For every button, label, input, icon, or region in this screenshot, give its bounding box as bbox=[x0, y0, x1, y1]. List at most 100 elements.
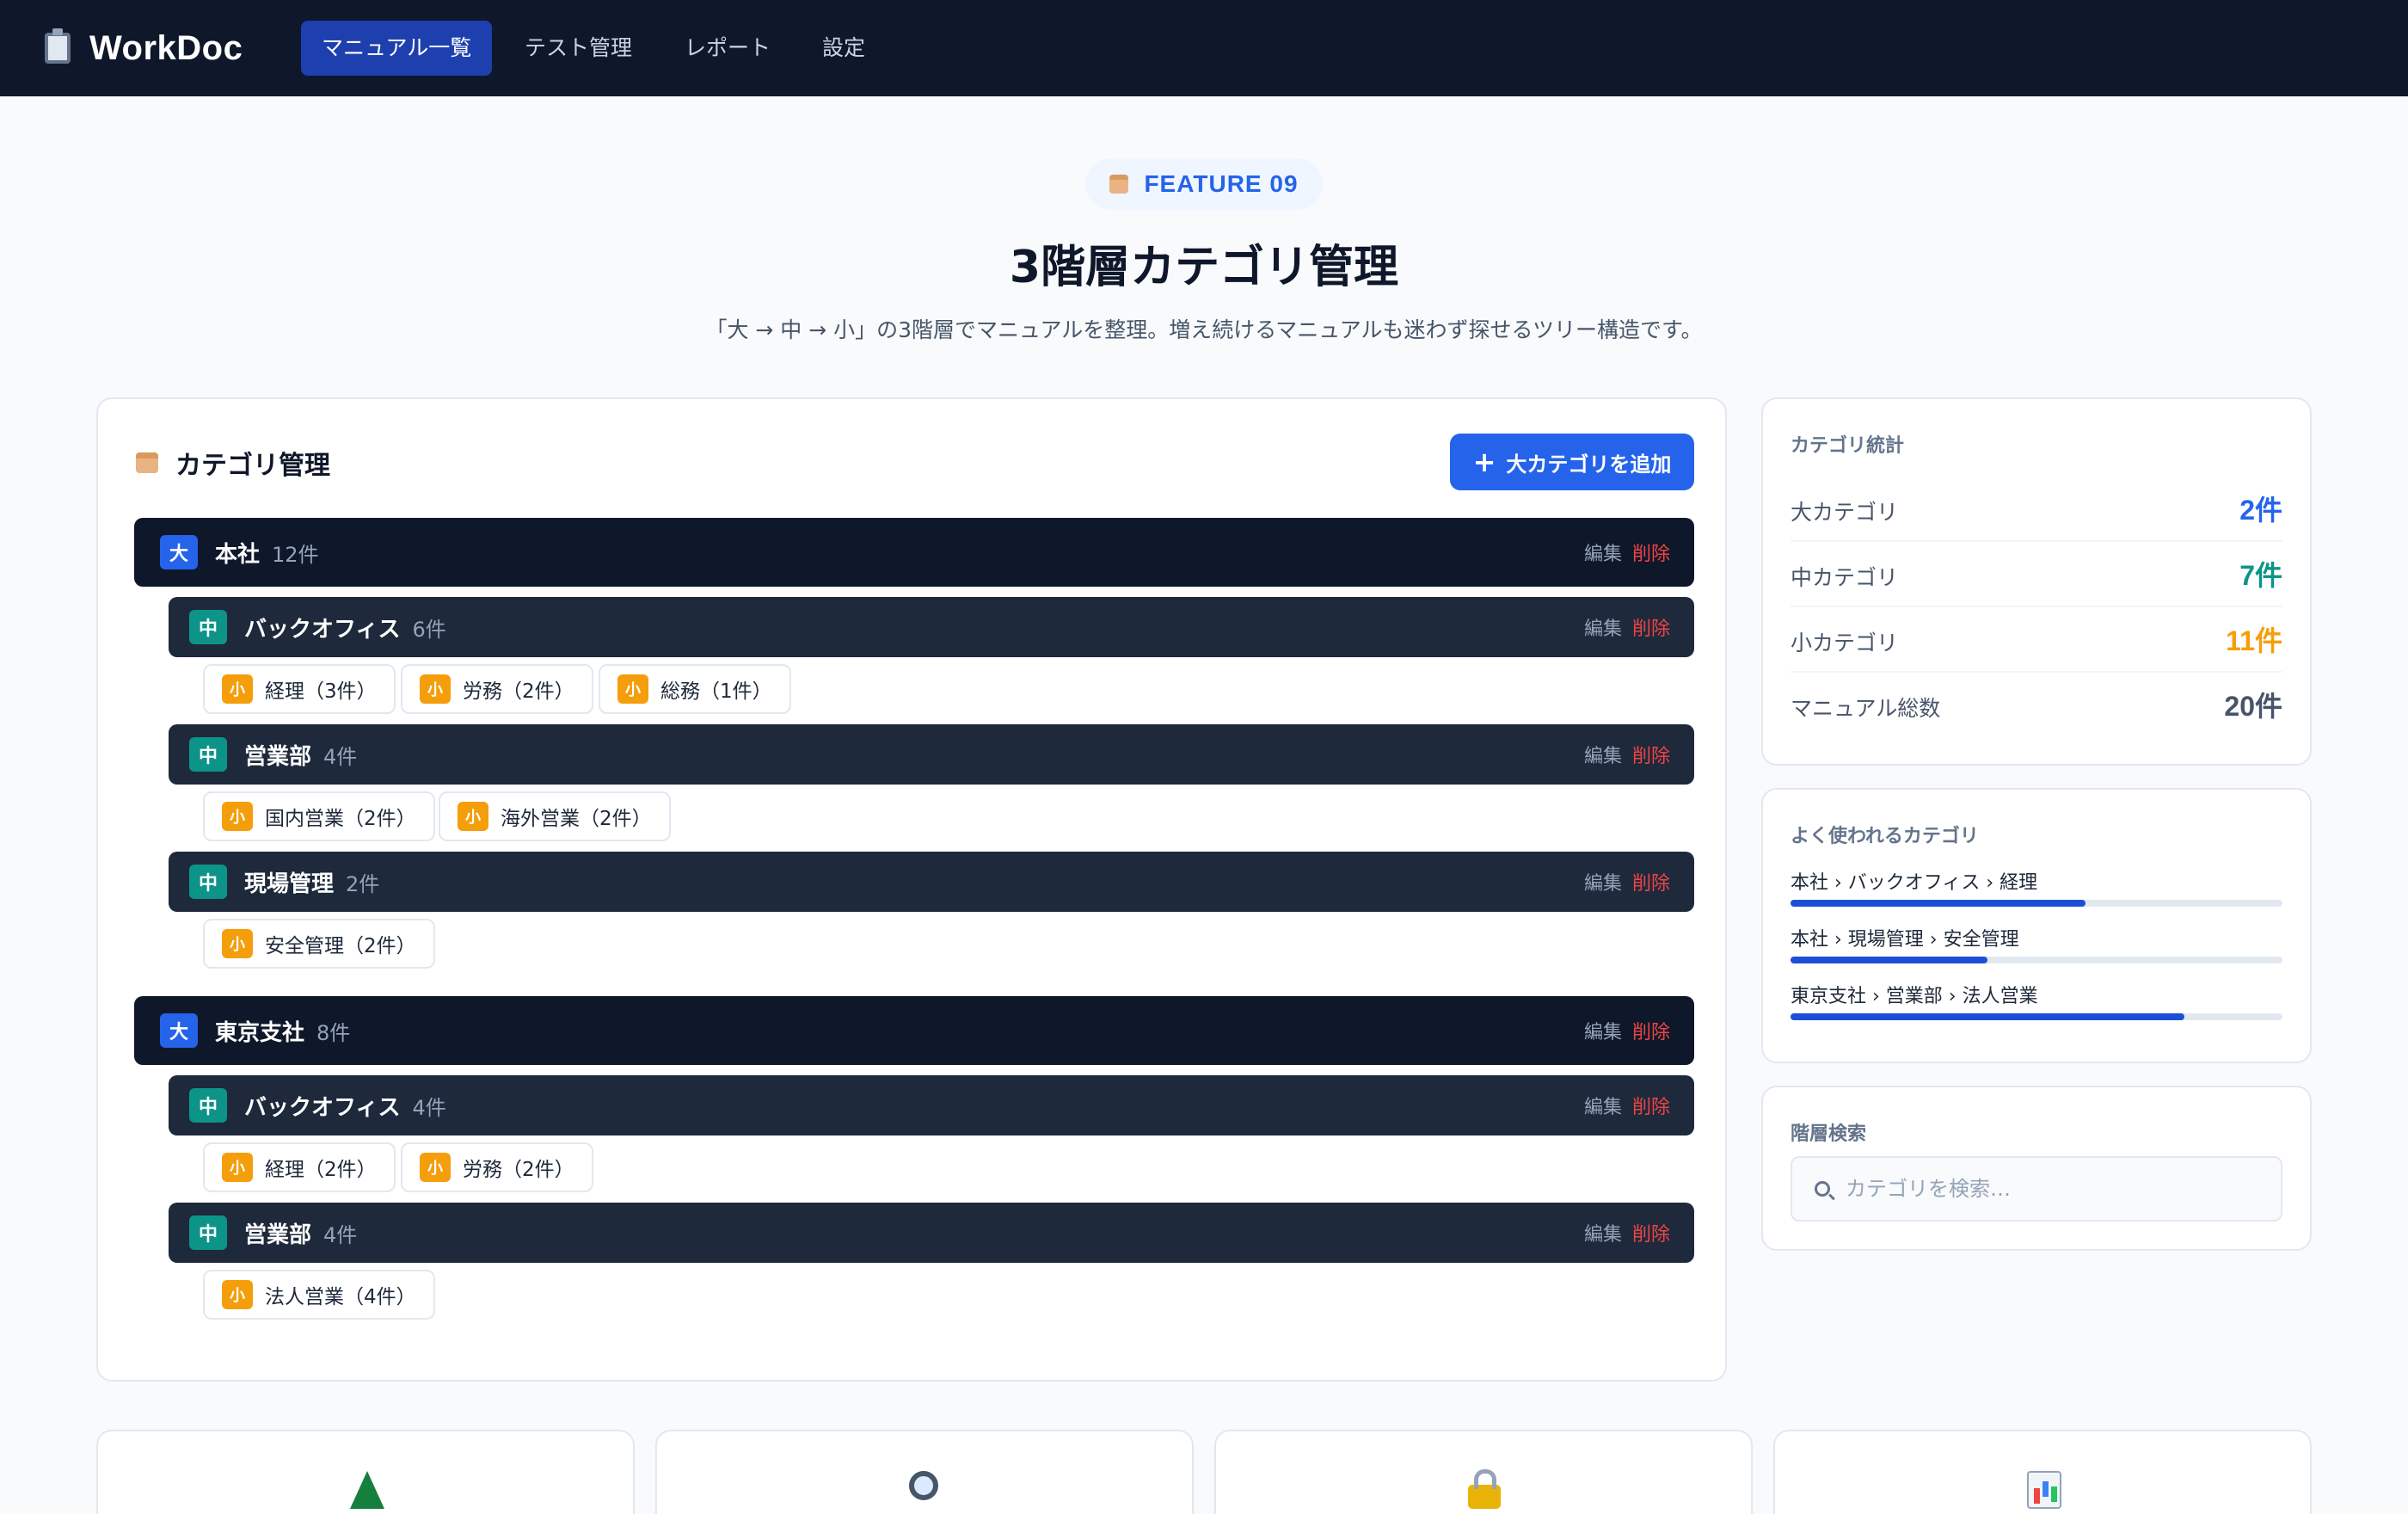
mid-category-row[interactable]: 中 バックオフィス 4件 編集 削除 bbox=[169, 1075, 1694, 1136]
add-major-category-button[interactable]: + 大カテゴリを追加 bbox=[1450, 434, 1694, 490]
minor-category-chip[interactable]: 小 法人営業（4件） bbox=[203, 1270, 435, 1320]
edit-button[interactable]: 編集 bbox=[1584, 539, 1622, 566]
category-count: 4件 bbox=[323, 1222, 358, 1247]
minor-category-chip[interactable]: 小 労務（2件） bbox=[401, 664, 593, 714]
category-name: 現場管理 bbox=[244, 871, 335, 897]
folder-icon bbox=[136, 452, 158, 473]
hierarchy-search-card: 階層検索 bbox=[1761, 1086, 2312, 1251]
frequent-item[interactable]: 本社 › バックオフィス › 経理 bbox=[1791, 867, 2282, 907]
minor-category-chip[interactable]: 小 総務（1件） bbox=[599, 664, 791, 714]
level-badge-mid: 中 bbox=[189, 865, 227, 899]
minor-category-chip[interactable]: 小 国内営業（2件） bbox=[203, 791, 435, 841]
usage-bar-fill bbox=[1791, 900, 2086, 907]
level-badge-minor: 小 bbox=[617, 674, 648, 704]
delete-button[interactable]: 削除 bbox=[1632, 868, 1670, 895]
edit-button[interactable]: 編集 bbox=[1584, 868, 1622, 895]
page-title: 3階層カテゴリ管理 bbox=[1009, 242, 1399, 293]
stat-label: 小カテゴリ bbox=[1791, 631, 1899, 655]
frequent-item[interactable]: 本社 › 現場管理 › 安全管理 bbox=[1791, 924, 2282, 963]
chip-label: 労務（2件） bbox=[463, 1159, 574, 1181]
delete-button[interactable]: 削除 bbox=[1632, 1017, 1670, 1044]
delete-button[interactable]: 削除 bbox=[1632, 613, 1670, 641]
delete-button[interactable]: 削除 bbox=[1632, 539, 1670, 566]
level-badge-minor: 小 bbox=[222, 802, 253, 831]
level-badge-major: 大 bbox=[160, 1013, 198, 1048]
brand-name: WorkDoc bbox=[89, 28, 243, 67]
frequent-item[interactable]: 東京支社 › 営業部 › 法人営業 bbox=[1791, 981, 2282, 1020]
stat-value: 11件 bbox=[2226, 625, 2282, 656]
nav-test-management[interactable]: テスト管理 bbox=[504, 21, 653, 76]
chip-label: 海外営業（2件） bbox=[501, 808, 652, 830]
level-badge-mid: 中 bbox=[189, 1216, 227, 1250]
magnifier-icon bbox=[909, 1471, 943, 1509]
frequent-path: 本社 › バックオフィス › 経理 bbox=[1791, 872, 2038, 894]
edit-button[interactable]: 編集 bbox=[1584, 613, 1622, 641]
stat-value: 20件 bbox=[2224, 691, 2282, 722]
category-stats-card: カテゴリ統計 大カテゴリ 2件 中カテゴリ 7件 小カテゴリ 11件 マニュアル… bbox=[1761, 397, 2312, 766]
feature-badge: FEATURE 09 bbox=[1085, 158, 1323, 210]
edit-button[interactable]: 編集 bbox=[1584, 1092, 1622, 1119]
mid-category-row[interactable]: 中 営業部 4件 編集 削除 bbox=[169, 1203, 1694, 1263]
edit-button[interactable]: 編集 bbox=[1584, 1017, 1622, 1044]
usage-bar bbox=[1791, 957, 2282, 963]
frequent-categories-card: よく使われるカテゴリ 本社 › バックオフィス › 経理 本社 › 現場管理 ›… bbox=[1761, 788, 2312, 1063]
category-search-input[interactable] bbox=[1846, 1177, 2258, 1201]
minor-category-chip[interactable]: 小 安全管理（2件） bbox=[203, 919, 435, 969]
page-subtitle: 「大 → 中 → 小」の3階層でマニュアルを整理。増え続けるマニュアルも迷わず探… bbox=[705, 317, 1703, 342]
minor-category-chip[interactable]: 小 海外営業（2件） bbox=[439, 791, 671, 841]
folder-icon bbox=[1109, 175, 1129, 194]
stat-row: 中カテゴリ 7件 bbox=[1791, 542, 2282, 607]
nav-settings[interactable]: 設定 bbox=[802, 21, 886, 76]
category-count: 4件 bbox=[412, 1095, 446, 1120]
frequent-title: よく使われるカテゴリ bbox=[1791, 826, 1979, 847]
minor-category-chip[interactable]: 小 労務（2件） bbox=[401, 1142, 593, 1192]
search-box[interactable] bbox=[1791, 1156, 2282, 1222]
mid-category-row[interactable]: 中 現場管理 2件 編集 削除 bbox=[169, 852, 1694, 912]
bar-chart-icon bbox=[2027, 1471, 2061, 1509]
feature-card-lock bbox=[1214, 1430, 1753, 1514]
nav-reports[interactable]: レポート bbox=[664, 21, 791, 76]
category-count: 8件 bbox=[316, 1020, 351, 1045]
stat-row: 小カテゴリ 11件 bbox=[1791, 607, 2282, 673]
delete-button[interactable]: 削除 bbox=[1632, 741, 1670, 768]
frequent-path: 本社 › 現場管理 › 安全管理 bbox=[1791, 929, 2019, 951]
level-badge-minor: 小 bbox=[420, 674, 451, 704]
delete-button[interactable]: 削除 bbox=[1632, 1219, 1670, 1246]
usage-bar-fill bbox=[1791, 957, 1987, 963]
brand[interactable]: WorkDoc bbox=[45, 22, 243, 74]
stat-label: マニュアル総数 bbox=[1791, 696, 1941, 721]
level-badge-minor: 小 bbox=[458, 802, 488, 831]
feature-card-chart bbox=[1773, 1430, 2312, 1514]
stat-value: 2件 bbox=[2239, 495, 2282, 526]
add-button-label: 大カテゴリを追加 bbox=[1506, 452, 1672, 477]
minor-category-chip[interactable]: 小 経理（2件） bbox=[203, 1142, 396, 1192]
nav-manual-list[interactable]: マニュアル一覧 bbox=[301, 21, 493, 76]
category-count: 6件 bbox=[412, 617, 446, 642]
edit-button[interactable]: 編集 bbox=[1584, 1219, 1622, 1246]
stat-value: 7件 bbox=[2239, 560, 2282, 591]
panel-title: カテゴリ管理 bbox=[175, 451, 330, 481]
category-name: バックオフィス bbox=[244, 616, 401, 643]
category-name: 本社 bbox=[215, 541, 261, 568]
category-name: 東京支社 bbox=[215, 1019, 305, 1046]
level-badge-minor: 小 bbox=[222, 1280, 253, 1309]
chip-label: 法人営業（4件） bbox=[265, 1286, 416, 1308]
major-category-row[interactable]: 大 本社 12件 編集 削除 bbox=[134, 518, 1694, 587]
frequent-path: 東京支社 › 営業部 › 法人営業 bbox=[1791, 986, 2038, 1007]
feature-card-search bbox=[655, 1430, 1194, 1514]
chip-label: 国内営業（2件） bbox=[265, 808, 416, 830]
level-badge-minor: 小 bbox=[222, 1153, 253, 1182]
stat-label: 中カテゴリ bbox=[1791, 565, 1899, 590]
major-category-row[interactable]: 大 東京支社 8件 編集 削除 bbox=[134, 996, 1694, 1065]
edit-button[interactable]: 編集 bbox=[1584, 741, 1622, 768]
level-badge-mid: 中 bbox=[189, 610, 227, 644]
stat-label: 大カテゴリ bbox=[1791, 500, 1899, 525]
feature-card-tree bbox=[96, 1430, 635, 1514]
usage-bar bbox=[1791, 900, 2282, 907]
mid-category-row[interactable]: 中 営業部 4件 編集 削除 bbox=[169, 724, 1694, 785]
delete-button[interactable]: 削除 bbox=[1632, 1092, 1670, 1119]
minor-category-chip[interactable]: 小 経理（3件） bbox=[203, 664, 396, 714]
mid-category-row[interactable]: 中 バックオフィス 6件 編集 削除 bbox=[169, 597, 1694, 657]
level-badge-major: 大 bbox=[160, 535, 198, 569]
feature-badge-label: FEATURE 09 bbox=[1144, 170, 1299, 197]
